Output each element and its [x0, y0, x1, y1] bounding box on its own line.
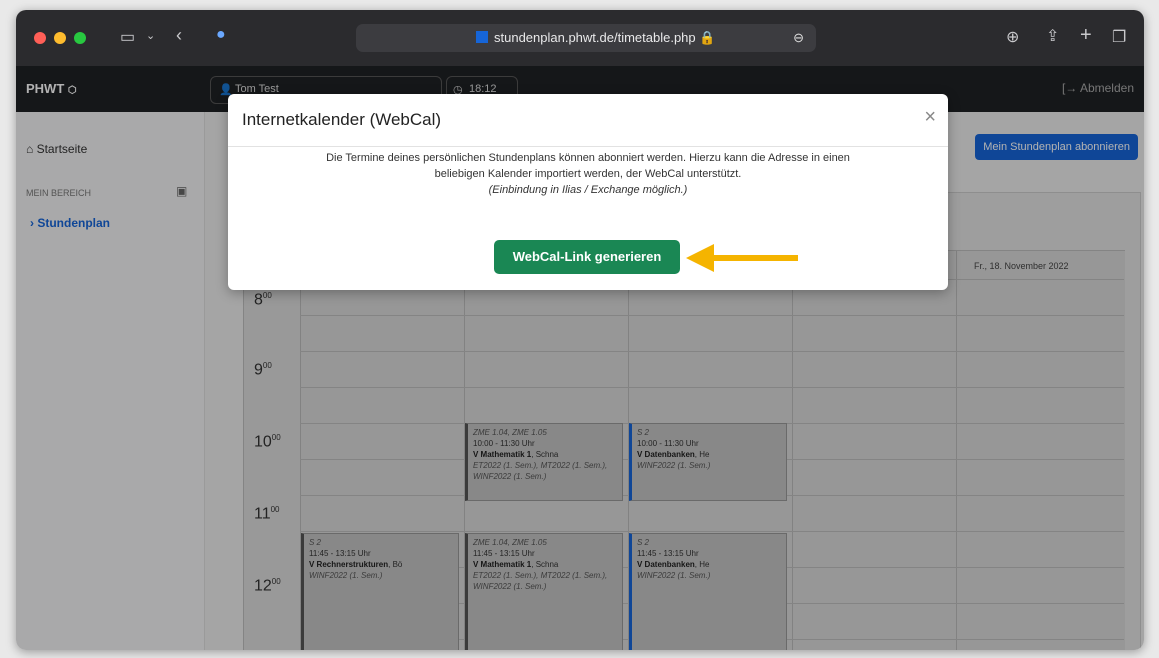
share-icon[interactable]: ⇪ [1046, 26, 1059, 46]
webcal-modal: Internetkalender (WebCal) × Die Termine … [228, 94, 948, 290]
lock-icon: 🔒 [699, 30, 716, 45]
close-window-button[interactable] [34, 32, 46, 44]
minimize-window-button[interactable] [54, 32, 66, 44]
modal-text-line2: beliebigen Kalender importiert werden, d… [434, 168, 742, 180]
new-tab-icon[interactable]: + [1080, 24, 1092, 47]
modal-body: Die Termine deines persönlichen Stundenp… [228, 150, 948, 198]
url-value: stundenplan.phwt.de/timetable.php [494, 30, 696, 45]
back-icon[interactable]: ‹ [176, 25, 182, 46]
modal-text-line1: Die Termine deines persönlichen Stundenp… [326, 152, 850, 164]
address-bar[interactable]: stundenplan.phwt.de/timetable.php 🔒 ⊖ [356, 24, 816, 52]
tab-overview-icon[interactable]: ❐ [1112, 27, 1126, 47]
chevron-down-icon[interactable]: ⌄ [146, 29, 155, 42]
modal-hint: (Einbindung in Ilias / Exchange möglich.… [488, 184, 688, 196]
generate-webcal-link-button[interactable]: WebCal-Link generieren [494, 240, 680, 274]
modal-title: Internetkalender (WebCal) [242, 110, 442, 129]
arrow-left-icon [686, 244, 798, 272]
url-text: stundenplan.phwt.de/timetable.php 🔒 [476, 30, 715, 46]
sidebar-toggle-icon[interactable]: ▭ [120, 27, 135, 47]
privacy-shield-icon[interactable]: ● [216, 26, 226, 44]
close-icon[interactable]: × [924, 106, 936, 129]
reader-icon[interactable]: ⊖ [793, 30, 804, 46]
browser-toolbar: ▭ ⌄ ‹ ● stundenplan.phwt.de/timetable.ph… [16, 10, 1144, 66]
download-icon[interactable]: ⊕ [1006, 27, 1019, 47]
zoom-window-button[interactable] [74, 32, 86, 44]
modal-header: Internetkalender (WebCal) × [228, 94, 948, 147]
browser-window: ▭ ⌄ ‹ ● stundenplan.phwt.de/timetable.ph… [16, 10, 1144, 650]
site-favicon-icon [476, 31, 488, 43]
